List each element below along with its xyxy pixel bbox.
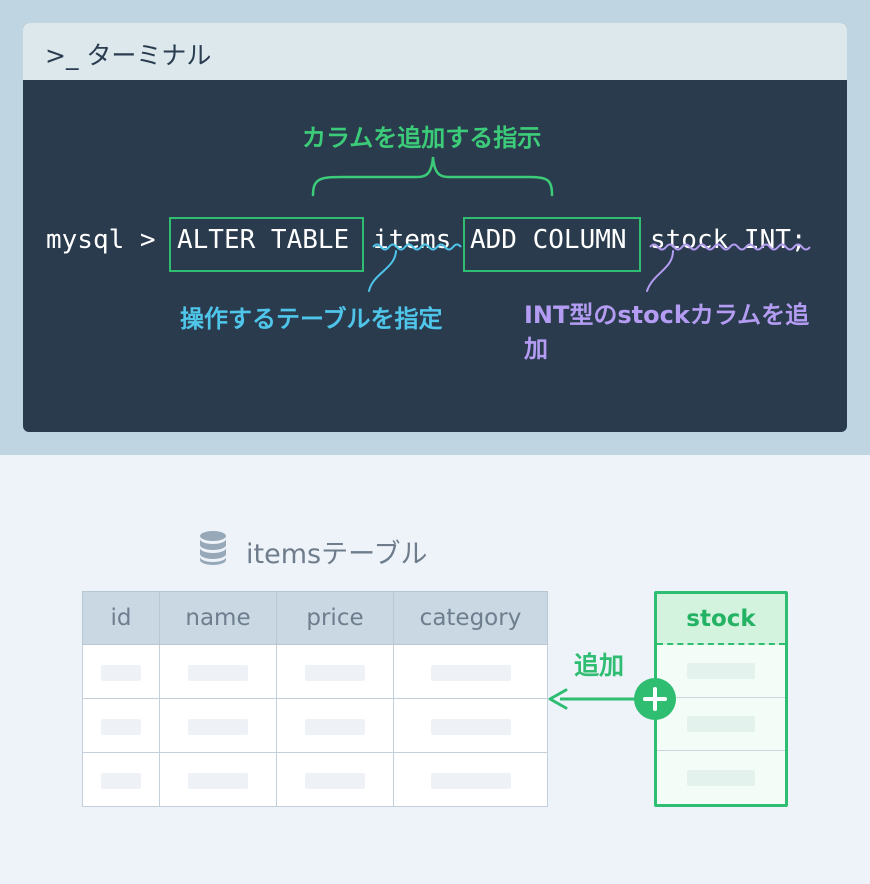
plus-icon xyxy=(634,678,676,720)
arrow-left-icon xyxy=(548,688,636,710)
add-arrow-overlay xyxy=(548,678,676,720)
